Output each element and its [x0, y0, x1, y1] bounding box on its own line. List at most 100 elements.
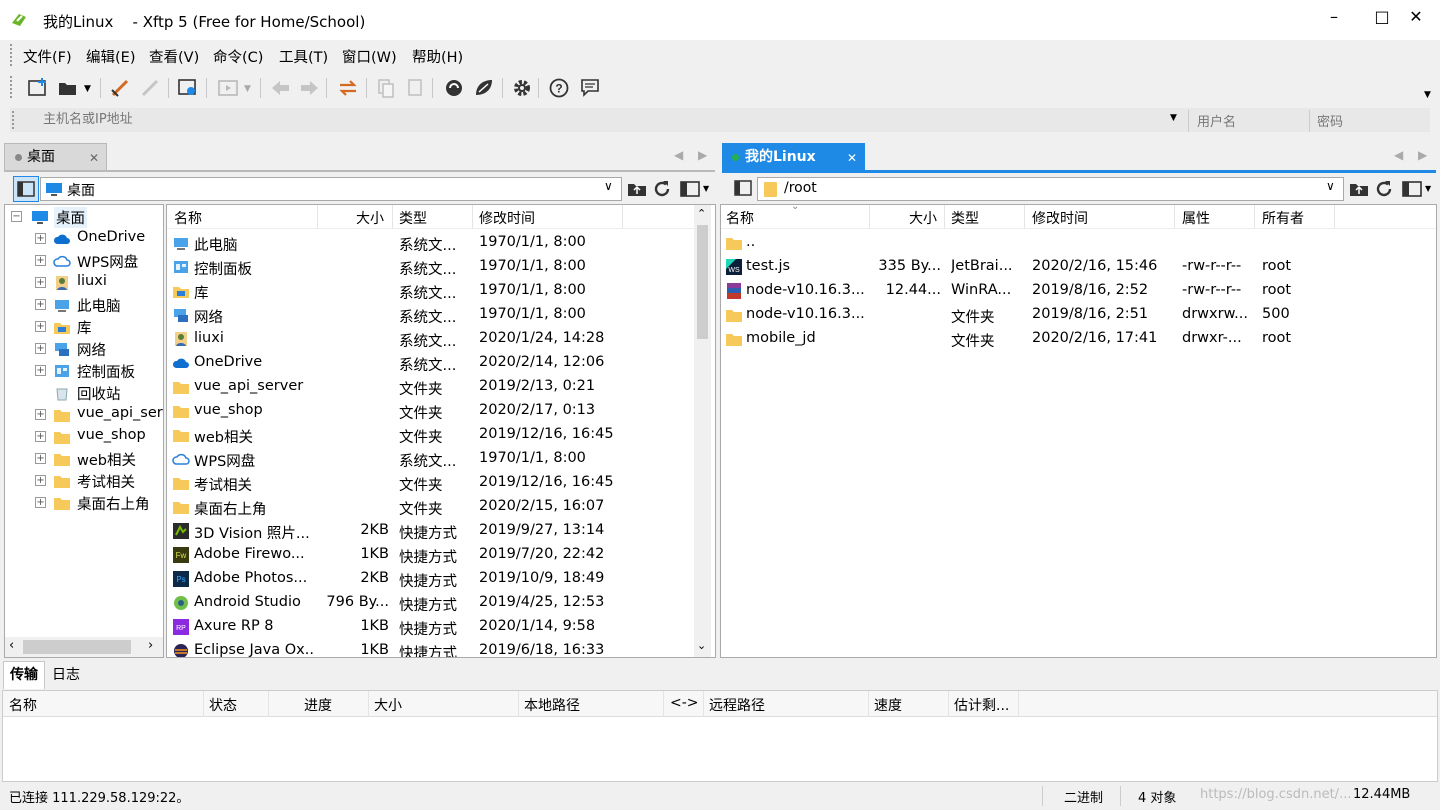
column-divider[interactable] [1018, 691, 1019, 717]
close-window-button[interactable]: ✕ [1392, 0, 1440, 34]
expand-icon[interactable]: + [35, 431, 46, 442]
scroll-thumb[interactable] [23, 640, 131, 654]
col-type[interactable]: 类型 [399, 208, 427, 228]
session-settings-icon[interactable] [176, 76, 200, 100]
expand-icon[interactable]: + [35, 255, 46, 266]
expand-icon[interactable]: + [35, 475, 46, 486]
file-row[interactable]: OneDrive 系统文... 2020/2/14, 12:06 [167, 351, 694, 375]
col-eta[interactable]: 估计剩... [954, 695, 1009, 715]
file-row[interactable]: Android Studio 796 By... 快捷方式 2019/4/25, 12… [167, 591, 694, 615]
scroll-down-icon[interactable]: ⌄ [697, 639, 706, 652]
close-tab-icon[interactable]: ✕ [847, 145, 857, 172]
col-direction[interactable]: <-> [670, 695, 699, 711]
tab-remote-linux[interactable]: 我的Linux ✕ [722, 143, 865, 171]
expand-icon[interactable]: + [35, 453, 46, 464]
file-row[interactable]: RP Axure RP 8 1KB 快捷方式 2020/1/14, 9:58 [167, 615, 694, 639]
refresh-icon[interactable] [650, 177, 674, 201]
file-row[interactable]: 考试相关 文件夹 2019/12/16, 16:45 [167, 471, 694, 495]
expand-icon[interactable]: + [35, 321, 46, 332]
tree-item[interactable]: 回收站 [5, 382, 163, 404]
file-row[interactable]: 网络 系统文... 1970/1/1, 8:00 [167, 303, 694, 327]
menubar-grip[interactable] [10, 44, 12, 66]
file-row[interactable]: Fw Adobe Firewo... 1KB 快捷方式 2019/7/20, 22:42 [167, 543, 694, 567]
tree-item[interactable]: + 桌面右上角 [5, 492, 163, 514]
col-modified[interactable]: 修改时间 [1032, 208, 1088, 228]
col-modified[interactable]: 修改时间 [479, 208, 535, 228]
username-input[interactable]: 用户名 [1197, 112, 1307, 134]
transfer-mode[interactable]: 二进制 [1064, 787, 1103, 806]
file-row[interactable]: node-v10.16.3... 文件夹 2019/8/16, 2:51 drwxrw… [721, 303, 1436, 327]
column-divider[interactable] [703, 691, 704, 717]
open-dropdown-icon[interactable]: ▼ [84, 84, 91, 94]
menu-window[interactable]: 窗口(W) [342, 46, 397, 67]
file-row[interactable]: 此电脑 系统文... 1970/1/1, 8:00 [167, 231, 694, 255]
scroll-right-icon[interactable]: › [148, 638, 153, 653]
tree-item[interactable]: + 控制面板 [5, 360, 163, 382]
path-dropdown-icon[interactable]: ∨ [1326, 179, 1335, 193]
remote-path-combobox[interactable]: /root ∨ [757, 177, 1344, 201]
menu-view[interactable]: 查看(V) [149, 46, 199, 67]
file-row[interactable]: Ps Adobe Photos... 2KB 快捷方式 2019/10/9, 18:49 [167, 567, 694, 591]
expand-icon[interactable]: + [35, 277, 46, 288]
new-session-icon[interactable] [26, 76, 50, 100]
view-mode-icon[interactable] [678, 177, 702, 201]
file-row[interactable]: 控制面板 系统文... 1970/1/1, 8:00 [167, 255, 694, 279]
menu-file[interactable]: 文件(F) [23, 46, 72, 67]
column-divider[interactable] [392, 205, 393, 229]
tree-item[interactable]: + 考试相关 [5, 470, 163, 492]
scroll-up-icon[interactable]: ⌃ [697, 207, 706, 220]
column-divider[interactable] [1174, 205, 1175, 229]
toolbar-overflow-icon[interactable]: ▼ [1424, 90, 1431, 100]
menu-command[interactable]: 命令(C) [213, 46, 263, 67]
column-divider[interactable] [1254, 205, 1255, 229]
scroll-left-icon[interactable]: ‹ [9, 638, 14, 653]
col-status[interactable]: 状态 [209, 695, 237, 715]
column-divider[interactable] [944, 205, 945, 229]
expand-icon[interactable]: + [35, 409, 46, 420]
expand-icon[interactable]: + [35, 343, 46, 354]
tree-item[interactable]: + web相关 [5, 448, 163, 470]
forward-arrow-icon[interactable] [298, 76, 322, 100]
expand-icon[interactable]: + [35, 299, 46, 310]
col-name[interactable]: 名称 [174, 208, 202, 228]
minimize-button[interactable]: – [1310, 0, 1358, 34]
view-mode-icon[interactable] [1400, 177, 1424, 201]
tree-item[interactable]: + vue_api_server [5, 404, 163, 426]
file-row[interactable]: 库 系统文... 1970/1/1, 8:00 [167, 279, 694, 303]
tree-item[interactable]: + 此电脑 [5, 294, 163, 316]
view-dropdown-icon[interactable]: ▼ [703, 184, 709, 193]
expand-icon[interactable]: + [35, 365, 46, 376]
toolbar-grip[interactable] [10, 76, 12, 100]
paste-icon[interactable] [404, 76, 428, 100]
column-divider[interactable] [622, 205, 623, 229]
password-input[interactable]: 密码 [1317, 112, 1427, 134]
transfer-dropdown-icon[interactable]: ▼ [244, 84, 251, 94]
menu-tools[interactable]: 工具(T) [279, 46, 328, 67]
file-row[interactable]: 3D Vision 照片... 2KB 快捷方式 2019/9/27, 13:14 [167, 519, 694, 543]
help-icon[interactable]: ? [547, 76, 571, 100]
col-attributes[interactable]: 属性 [1182, 208, 1210, 228]
col-remote-path[interactable]: 远程路径 [709, 695, 765, 715]
col-name[interactable]: 名称 [726, 208, 754, 228]
col-progress[interactable]: 进度 [304, 695, 332, 715]
copy-icon[interactable] [374, 76, 398, 100]
col-size[interactable]: 大小 [374, 695, 402, 715]
column-divider[interactable] [268, 691, 269, 717]
path-dropdown-icon[interactable]: ∨ [604, 179, 613, 193]
file-row[interactable]: mobile_jd 文件夹 2020/2/16, 17:41 drwxr-... roo… [721, 327, 1436, 351]
gear-icon[interactable] [510, 76, 534, 100]
file-row[interactable]: node-v10.16.3... 12.44... WinRA... 2019/8/1… [721, 279, 1436, 303]
file-row[interactable]: WS test.js 335 By... JetBrai... 2020/2/16, 1… [721, 255, 1436, 279]
file-row[interactable]: .. [721, 231, 1436, 255]
file-row[interactable]: Eclipse Java Ox... 1KB 快捷方式 2019/6/18, 16:3… [167, 639, 694, 657]
file-row[interactable]: liuxi 系统文... 2020/1/24, 14:28 [167, 327, 694, 351]
column-divider[interactable] [1024, 205, 1025, 229]
toggle-tree-button[interactable] [13, 176, 39, 202]
col-owner[interactable]: 所有者 [1262, 208, 1304, 228]
column-divider[interactable] [472, 205, 473, 229]
tab-local-desktop[interactable]: 桌面 ✕ [4, 143, 107, 171]
file-row[interactable]: vue_api_server 文件夹 2019/2/13, 0:21 [167, 375, 694, 399]
col-local-path[interactable]: 本地路径 [524, 695, 580, 715]
disconnect-icon[interactable] [138, 76, 162, 100]
column-divider[interactable] [203, 691, 204, 717]
